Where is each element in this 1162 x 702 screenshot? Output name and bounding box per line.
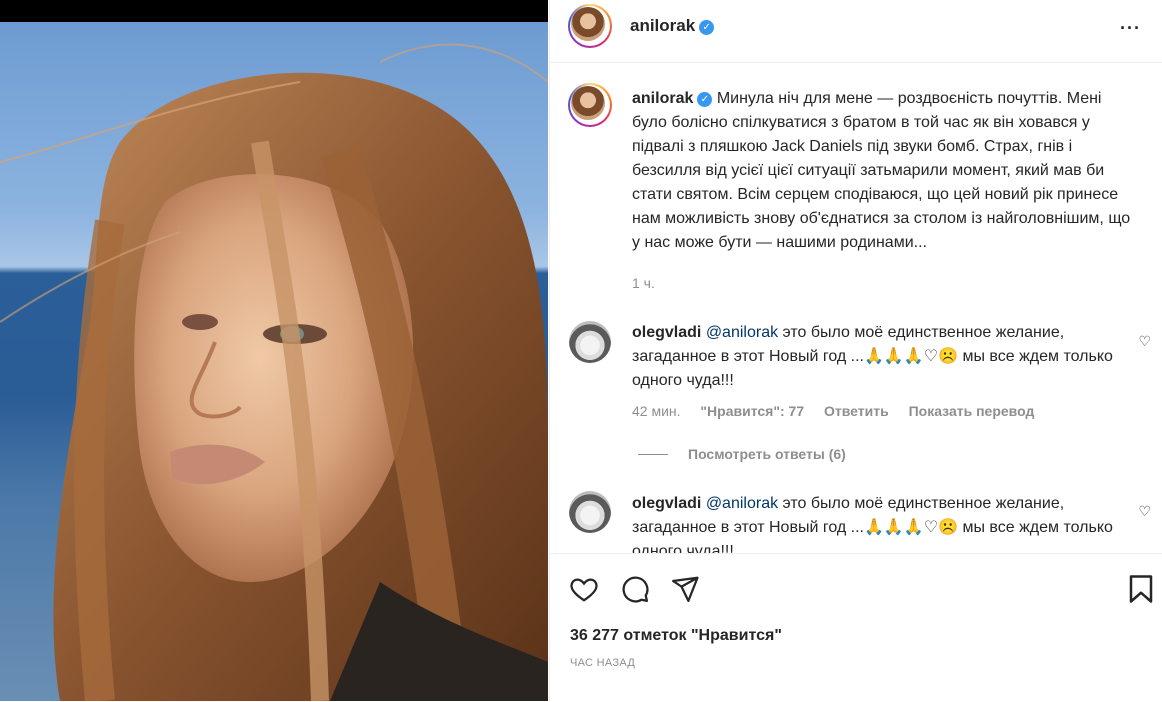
comment-username[interactable]: olegvladi	[632, 324, 701, 341]
post-side-panel: anilorak ✓ ··· anilorak ✓ Минула ніч для м…	[549, 0, 1162, 702]
translate-button[interactable]: Показать перевод	[909, 403, 1035, 419]
verified-icon: ✓	[699, 20, 715, 35]
share-icon[interactable]	[670, 574, 700, 609]
comment-mention[interactable]: @anilorak	[706, 495, 778, 512]
bookmark-icon[interactable]	[1128, 574, 1154, 609]
comment-text: olegvladi @anilorak это было моё единств…	[632, 321, 1122, 393]
comment-text: olegvladi @anilorak это было моё единств…	[632, 492, 1122, 553]
view-replies-button[interactable]: Посмотреть ответы (6)	[638, 446, 846, 462]
comment-avatar[interactable]	[569, 491, 611, 533]
post-media[interactable]	[0, 0, 548, 701]
post-caption: anilorak ✓ Минула ніч для мене — роздвоєн…	[632, 87, 1132, 255]
comment-meta: 42 мин. "Нравится": 77 Ответить Показать…	[632, 403, 1050, 419]
heart-icon[interactable]	[568, 574, 600, 609]
replies-divider	[638, 454, 668, 455]
comment-body: это было моё единственное желание, загад…	[632, 324, 1113, 389]
reply-button[interactable]: Ответить	[824, 403, 889, 419]
comment-body: это было моё единственное желание, загад…	[632, 495, 1113, 553]
comments-scroll-area[interactable]: anilorak ✓ Минула ніч для мене — роздвоєн…	[550, 63, 1162, 553]
comment-username[interactable]: olegvladi	[632, 495, 701, 512]
author-avatar[interactable]	[568, 4, 612, 48]
caption-time: 1 ч.	[632, 275, 655, 291]
photo-illustration	[0, 43, 548, 701]
post-photo[interactable]	[0, 22, 548, 701]
comment-like-icon[interactable]: ♡	[1138, 503, 1151, 520]
comment-icon[interactable]	[620, 574, 650, 609]
comment-like-icon[interactable]: ♡	[1138, 333, 1151, 350]
caption-username[interactable]: anilorak	[632, 90, 693, 107]
likes-count[interactable]: 36 277 отметок "Нравится"	[570, 627, 782, 645]
more-icon[interactable]: ···	[1120, 18, 1141, 39]
comment-mention[interactable]: @anilorak	[706, 324, 778, 341]
comment-avatar[interactable]	[569, 321, 611, 363]
author-username[interactable]: anilorak	[630, 16, 695, 35]
post-timestamp[interactable]: ЧАС НАЗАД	[570, 657, 635, 669]
author-name-row: anilorak ✓	[630, 16, 715, 36]
view-replies-label: Посмотреть ответы (6)	[688, 446, 846, 462]
post-header: anilorak ✓ ···	[550, 0, 1162, 63]
comment-likes[interactable]: "Нравится": 77	[700, 403, 804, 419]
comment-time: 42 мин.	[632, 403, 681, 419]
caption-text: Минула ніч для мене — роздвоєність почут…	[632, 90, 1131, 251]
verified-icon: ✓	[697, 92, 713, 107]
caption-avatar[interactable]	[568, 83, 612, 127]
post-actions: 36 277 отметок "Нравится" ЧАС НАЗАД	[550, 553, 1162, 702]
